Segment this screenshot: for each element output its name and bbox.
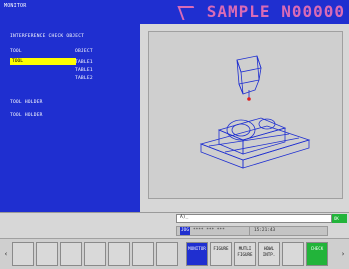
tool-holder-wireframe — [236, 55, 262, 98]
softkey-empty[interactable] — [12, 242, 34, 266]
selected-tool-label: TOOL — [12, 59, 24, 64]
softkey-bar: ‹ MONITOR FIGURE MUTLI FIGURE HDWL INTP.… — [0, 238, 349, 269]
input-prompt: A)_ — [180, 215, 189, 220]
divider — [0, 212, 349, 213]
status-text: **** *** *** — [193, 228, 225, 233]
softkey-right-arrow[interactable]: › — [339, 242, 347, 266]
command-input[interactable]: A)_ — [176, 214, 332, 223]
softkey-empty[interactable] — [156, 242, 178, 266]
ok-label: OK — [334, 216, 339, 221]
machine-wireframe — [199, 55, 311, 169]
panel-title: INTERFERENCE CHECK OBJECT — [10, 34, 85, 39]
softkey-label: CHECK — [310, 246, 324, 251]
object-item[interactable]: TABLE1 — [75, 60, 93, 65]
table-wireframe — [199, 117, 311, 169]
object-item[interactable]: TABLE2 — [75, 76, 93, 81]
softkey-check[interactable]: CHECK — [306, 242, 328, 266]
softkey-figure[interactable]: FIGURE — [210, 242, 232, 266]
softkey-empty[interactable] — [108, 242, 130, 266]
title-decoration — [177, 6, 199, 20]
status-mode: JOG — [180, 227, 190, 235]
softkey-empty[interactable] — [60, 242, 82, 266]
softkey-left-arrow[interactable]: ‹ — [2, 242, 10, 266]
nc-screen: MONITOR SAMPLE N00000 INTERFERENCE CHECK… — [0, 0, 349, 269]
softkey-label: FIGURE — [213, 246, 229, 251]
softkey-hdwl-intp[interactable]: HDWL INTP. — [258, 242, 280, 266]
softkey-monitor[interactable]: MONITOR — [186, 242, 208, 266]
interference-panel: INTERFERENCE CHECK OBJECT TOOL OBJECT TO… — [0, 24, 140, 212]
status-divider — [249, 227, 250, 235]
softkey-label: MONITOR — [188, 246, 206, 251]
title-bar: MONITOR SAMPLE N00000 — [0, 0, 349, 24]
3d-viewport[interactable] — [148, 31, 343, 199]
softkey-label: HDWL INTP. — [262, 246, 276, 257]
object-column-header: OBJECT — [75, 49, 93, 54]
ok-indicator: OK — [332, 214, 347, 223]
program-name: SAMPLE N00000 — [206, 2, 345, 21]
softkey-empty[interactable] — [84, 242, 106, 266]
softkey-empty[interactable] — [282, 242, 304, 266]
softkey-multi-figure[interactable]: MUTLI FIGURE — [234, 242, 256, 266]
tool-column-header: TOOL — [10, 49, 22, 54]
softkey-label: MUTLI FIGURE — [237, 246, 253, 257]
object-item[interactable]: TABLE1 — [75, 68, 93, 73]
tool-holder-title: TOOL HOLDER — [10, 100, 43, 105]
tool-tip-marker — [247, 97, 251, 101]
softkey-empty[interactable] — [132, 242, 154, 266]
status-time: 15:21:43 — [254, 228, 276, 233]
selected-tool-row[interactable]: TOOL — [10, 58, 76, 65]
mode-label: MONITOR — [4, 3, 27, 9]
tool-holder-value[interactable]: TOOL HOLDER — [10, 113, 43, 118]
softkey-empty[interactable] — [36, 242, 58, 266]
status-bar: JOG **** *** *** 15:21:43 — [176, 226, 328, 236]
